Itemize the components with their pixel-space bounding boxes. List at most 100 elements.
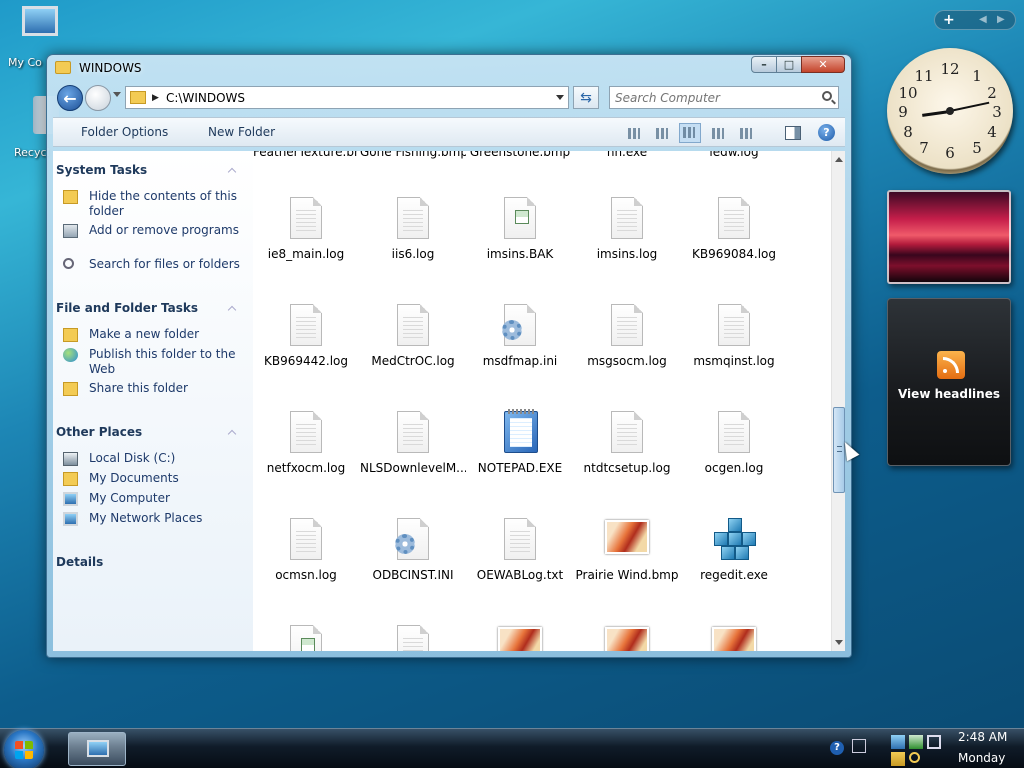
file-item[interactable]: Prairie Wind.bmp [574, 518, 680, 582]
desktop-icon-my-computer[interactable]: My Co [8, 6, 72, 69]
scroll-up-arrow-icon[interactable] [835, 157, 843, 162]
taskbar-clock-day[interactable]: Monday [958, 751, 1005, 765]
details-header[interactable]: Details [56, 555, 103, 569]
file-item[interactable] [360, 625, 466, 651]
my-documents-link[interactable]: My Documents [63, 471, 243, 486]
file-item[interactable]: ie8_main.log [253, 197, 359, 261]
next-arrow-icon[interactable]: ▶ [997, 14, 1005, 25]
file-item[interactable]: imsins.BAK [467, 197, 573, 261]
view-list-button[interactable] [709, 125, 727, 141]
close-button[interactable]: ✕ [801, 56, 845, 73]
view-headlines-link[interactable]: View headlines [888, 387, 1010, 401]
file-item[interactable]: hh.exe [574, 151, 680, 159]
search-box[interactable] [609, 86, 839, 109]
clock-number: 11 [914, 67, 934, 85]
search-input[interactable] [610, 87, 810, 108]
file-item[interactable]: NOTEPAD.EXE [467, 409, 573, 475]
view-icon [740, 128, 752, 139]
file-item[interactable] [574, 625, 680, 651]
help-tray-icon[interactable]: ? [830, 741, 844, 755]
taskbar-clock-time[interactable]: 2:48 AM [958, 730, 1007, 744]
hide-contents-link[interactable]: Hide the contents of this folder [63, 189, 243, 219]
search-tray-icon[interactable] [909, 752, 920, 763]
back-button[interactable]: ← [57, 85, 83, 111]
file-item[interactable]: iis6.log [360, 197, 466, 261]
search-files-link[interactable]: Search for files or folders [63, 257, 243, 272]
display-tray-icon[interactable] [927, 735, 941, 749]
file-item[interactable]: ocgen.log [681, 411, 787, 475]
file-folder-tasks-header[interactable]: File and Folder Tasks [56, 301, 198, 315]
other-places-header[interactable]: Other Places [56, 425, 142, 439]
collapse-chevron-icon[interactable] [227, 167, 237, 177]
local-disk-link[interactable]: Local Disk (C:) [63, 451, 243, 466]
file-item[interactable]: MedCtrOC.log [360, 304, 466, 368]
file-item[interactable]: ODBCINST.INI [360, 518, 466, 582]
recent-pages-dropdown[interactable] [113, 92, 121, 97]
collapse-chevron-icon[interactable] [227, 305, 237, 315]
slideshow-gadget[interactable] [887, 190, 1011, 284]
preview-pane-button[interactable] [785, 126, 801, 140]
share-folder-link[interactable]: Share this folder [63, 381, 243, 396]
title-bar[interactable]: WINDOWS – □ ✕ [47, 55, 851, 83]
my-computer-link[interactable]: My Computer [63, 491, 243, 506]
file-item[interactable]: OEWABLog.txt [467, 518, 573, 582]
vertical-scrollbar[interactable] [831, 151, 845, 651]
collapse-chevron-icon[interactable] [227, 429, 237, 439]
add-gadget-button[interactable]: + [943, 12, 955, 28]
file-item[interactable]: KB969084.log [681, 197, 787, 261]
breadcrumb-arrow-icon[interactable]: ▶ [152, 93, 159, 103]
file-item[interactable]: netfxocm.log [253, 411, 359, 475]
taskbar-window-button[interactable] [68, 732, 126, 766]
file-item[interactable]: msdfmap.ini [467, 304, 573, 368]
file-item[interactable]: NLSDownlevelM... [360, 411, 466, 475]
network-tray-icon[interactable] [891, 735, 905, 749]
file-item[interactable] [253, 625, 359, 651]
file-item[interactable]: FeatherTexture.bmp [253, 151, 359, 159]
scroll-down-arrow-icon[interactable] [835, 640, 843, 645]
file-item[interactable]: Greenstone.bmp [467, 151, 573, 159]
address-dropdown-icon[interactable] [556, 95, 564, 100]
add-remove-programs-link[interactable]: Add or remove programs [63, 223, 243, 238]
feed-headlines-gadget[interactable]: View headlines [887, 298, 1011, 466]
file-item[interactable] [467, 625, 573, 651]
refresh-button[interactable]: ⇆ [573, 86, 599, 109]
file-item[interactable]: ocmsn.log [253, 518, 359, 582]
clock-gadget[interactable]: 12 1 2 3 4 5 6 7 8 9 10 11 [887, 48, 1013, 174]
security-tray-icon[interactable] [891, 752, 905, 766]
folder-options-button[interactable]: Folder Options [81, 125, 168, 139]
text-document-icon [288, 304, 324, 348]
file-item[interactable]: ntdtcsetup.log [574, 411, 680, 475]
file-list-view[interactable]: FeatherTexture.bmp Gone Fishing.bmp Gree… [253, 151, 831, 651]
address-bar[interactable]: ▶ C:\WINDOWS [125, 86, 569, 109]
view-large-icons-button[interactable] [653, 125, 671, 141]
file-item[interactable]: msmqinst.log [681, 304, 787, 368]
forward-button[interactable] [85, 85, 111, 111]
file-item[interactable]: imsins.log [574, 197, 680, 261]
clock-number: 3 [992, 103, 1002, 121]
my-network-places-link[interactable]: My Network Places [63, 511, 243, 526]
start-button[interactable] [4, 730, 44, 768]
make-new-folder-link[interactable]: Make a new folder [63, 327, 243, 342]
maximize-button[interactable]: □ [776, 56, 802, 73]
view-medium-icons-button[interactable] [679, 123, 701, 143]
search-icon[interactable] [822, 91, 832, 101]
text-document-icon [395, 197, 431, 241]
file-item[interactable]: Gone Fishing.bmp [360, 151, 466, 159]
publish-web-link[interactable]: Publish this folder to the Web [63, 347, 243, 377]
help-button[interactable]: ? [818, 124, 835, 141]
system-tasks-header[interactable]: System Tasks [56, 163, 147, 177]
minimize-button[interactable]: – [751, 56, 777, 73]
view-details-button[interactable] [737, 125, 755, 141]
new-folder-button[interactable]: New Folder [208, 125, 275, 139]
window-switch-icon[interactable] [852, 739, 866, 753]
file-item[interactable] [681, 625, 787, 651]
safely-remove-icon[interactable] [909, 735, 923, 749]
previous-arrow-icon[interactable]: ◀ [979, 14, 987, 25]
file-item[interactable]: KB969442.log [253, 304, 359, 368]
help-icon: ? [823, 126, 830, 139]
file-item[interactable]: iedw.log [681, 151, 787, 159]
file-item[interactable]: regedit.exe [681, 518, 787, 582]
view-extra-large-icons-button[interactable] [625, 125, 643, 141]
file-item[interactable]: msgsocm.log [574, 304, 680, 368]
folder-icon [63, 190, 78, 204]
